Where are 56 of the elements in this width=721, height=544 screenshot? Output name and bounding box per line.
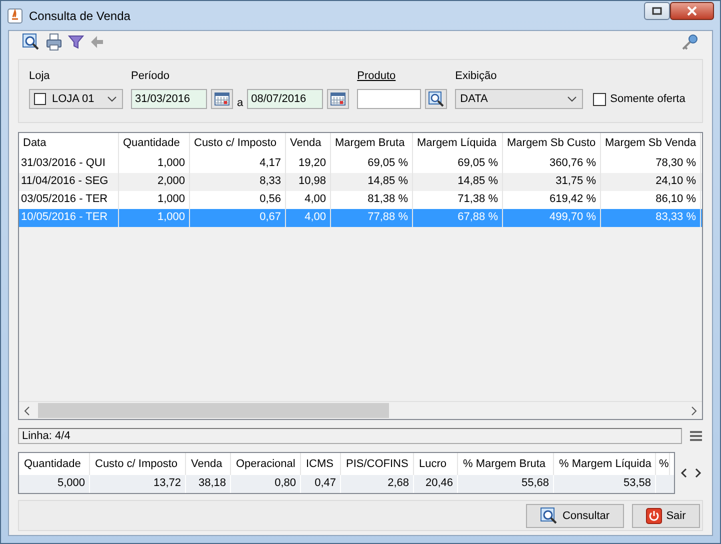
total-cell: 5,000 bbox=[19, 475, 90, 493]
loja-combo[interactable]: LOJA 01 bbox=[29, 89, 123, 109]
table-row[interactable]: 03/05/2016 - TER 1,000 0,56 4,00 81,38 % 71,38 % 619,42 % 86,10 % bbox=[19, 191, 702, 209]
key-icon[interactable] bbox=[681, 33, 699, 51]
calendar-icon[interactable] bbox=[327, 89, 350, 109]
display-combo[interactable]: DATA bbox=[455, 89, 584, 109]
table-row[interactable]: 11/04/2016 - SEG 2,000 8,33 10,98 14,85 % 14,85 % 31,75 % 24,10 % bbox=[19, 173, 702, 191]
total-cell: 55,68 bbox=[458, 475, 554, 493]
close-icon bbox=[687, 6, 697, 16]
exit-button[interactable]: Sair bbox=[632, 504, 700, 528]
search-button[interactable]: Consultar bbox=[526, 504, 624, 528]
total-cell: 13,72 bbox=[90, 475, 186, 493]
product-field[interactable] bbox=[357, 89, 422, 109]
table-cell: 499,70 % bbox=[503, 209, 601, 227]
scroll-right-icon[interactable] bbox=[693, 467, 703, 479]
table-cell: 83,33 % bbox=[601, 209, 701, 227]
offer-label: Somente oferta bbox=[610, 93, 686, 105]
printer-icon[interactable] bbox=[45, 33, 63, 51]
separator-text: a bbox=[237, 97, 244, 109]
total-cell: 20,46 bbox=[414, 475, 458, 493]
table-row[interactable]: 31/03/2016 - QUI 1,000 4,17 19,20 69,05 % 69,05 % 360,76 % 78,30 % bbox=[19, 155, 702, 173]
start-date-field[interactable]: 31/03/2016 bbox=[131, 89, 207, 109]
search-icon bbox=[540, 506, 558, 524]
menu-icon[interactable] bbox=[689, 430, 703, 442]
loja-label: Loja bbox=[29, 70, 51, 84]
table-cell: 4,00 bbox=[286, 209, 331, 227]
scroll-left-icon[interactable] bbox=[679, 467, 689, 479]
power-icon bbox=[646, 508, 662, 524]
caret-icon bbox=[107, 96, 117, 102]
offer-checkbox[interactable] bbox=[593, 92, 606, 106]
calendar-icon[interactable] bbox=[211, 89, 233, 109]
caret-icon bbox=[567, 96, 578, 102]
window-title: Consulta de Venda bbox=[29, 8, 130, 22]
restore-button[interactable] bbox=[644, 2, 670, 20]
table-cell: 67,88 % bbox=[413, 209, 503, 227]
period-label: Período bbox=[131, 70, 171, 84]
table-cell: 0,67 bbox=[190, 209, 286, 227]
table-cell: 77,88 % bbox=[331, 209, 413, 227]
product-link[interactable]: Produto bbox=[357, 70, 448, 84]
search-icon[interactable] bbox=[425, 89, 448, 109]
loja-checkbox[interactable] bbox=[34, 93, 46, 105]
total-cell: 38,18 bbox=[186, 475, 231, 493]
total-cell: 0,47 bbox=[301, 475, 341, 493]
total-cell: 2,68 bbox=[341, 475, 414, 493]
close-button[interactable] bbox=[670, 2, 714, 20]
search-icon[interactable] bbox=[22, 33, 40, 51]
restore-icon bbox=[652, 6, 662, 14]
app-icon bbox=[7, 8, 23, 24]
end-date-field[interactable]: 08/07/2016 bbox=[247, 89, 324, 109]
table-cell: 1,000 bbox=[119, 209, 190, 227]
row-counter: Linha: 4/4 bbox=[18, 428, 682, 444]
filter-icon[interactable] bbox=[68, 34, 84, 50]
table-cell: 10/05/2016 - TER bbox=[19, 209, 119, 227]
total-cell: 53,58 bbox=[554, 475, 656, 493]
display-label: Exibição bbox=[455, 70, 498, 84]
total-cell: 0,80 bbox=[231, 475, 301, 493]
